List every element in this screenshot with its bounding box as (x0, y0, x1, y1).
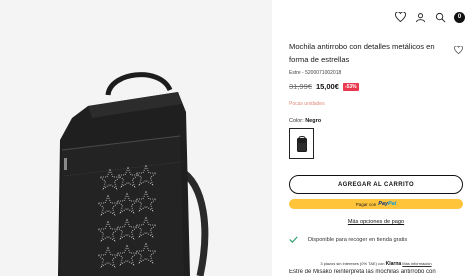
color-row: Color: Negro (289, 118, 321, 124)
klarna-logo: Klarna (385, 261, 402, 267)
user-icon[interactable] (414, 11, 426, 23)
heart-icon[interactable] (394, 11, 406, 23)
wishlist-heart-icon[interactable] (454, 41, 463, 59)
paypal-button[interactable]: Pagar con PayPal (289, 199, 463, 209)
klarna-more-info-link[interactable]: Más información (402, 261, 431, 266)
backpack-illustration (58, 72, 209, 276)
klarna-text: 3 plazos sin intereses (0% TAE) con (320, 261, 385, 266)
store-pickup-text: Disponible para recoger en tienda gratis (308, 236, 408, 243)
stock-note: Pocas unidades (289, 101, 325, 107)
color-label: Color: (289, 118, 304, 124)
search-icon[interactable] (434, 11, 446, 23)
klarna-info: 3 plazos sin intereses (0% TAE) con Klar… (289, 261, 463, 267)
old-price: 31,99€ (289, 82, 312, 91)
product-image[interactable] (0, 0, 272, 276)
price-row: 31,99€ 15,00€ -53% (289, 82, 359, 91)
discount-badge: -53% (342, 82, 359, 91)
swatch-backpack-thumbnail (296, 135, 307, 152)
more-payment-options-link[interactable]: Más opciones de pago (289, 219, 463, 225)
paypal-logo: PayPal (378, 201, 397, 207)
store-pickup-row: Disponible para recoger en tienda gratis (289, 236, 407, 243)
product-description: Estre de Misako reinterpreta las mochila… (289, 269, 436, 275)
product-reference: Estre - 5200071002018 (289, 70, 342, 76)
product-title: Mochila antirrobo con detalles metálicos… (289, 42, 435, 64)
check-icon (289, 236, 298, 243)
new-price: 15,00€ (315, 82, 339, 91)
color-value: Negro (305, 118, 322, 124)
color-swatch-negro[interactable] (289, 128, 314, 159)
header-icons: 0 (394, 11, 465, 23)
cart-icon[interactable]: 0 (454, 11, 465, 23)
paypal-prefix: Pagar con (355, 201, 377, 207)
add-to-cart-button[interactable]: AGREGAR AL CARRITO (289, 175, 463, 194)
